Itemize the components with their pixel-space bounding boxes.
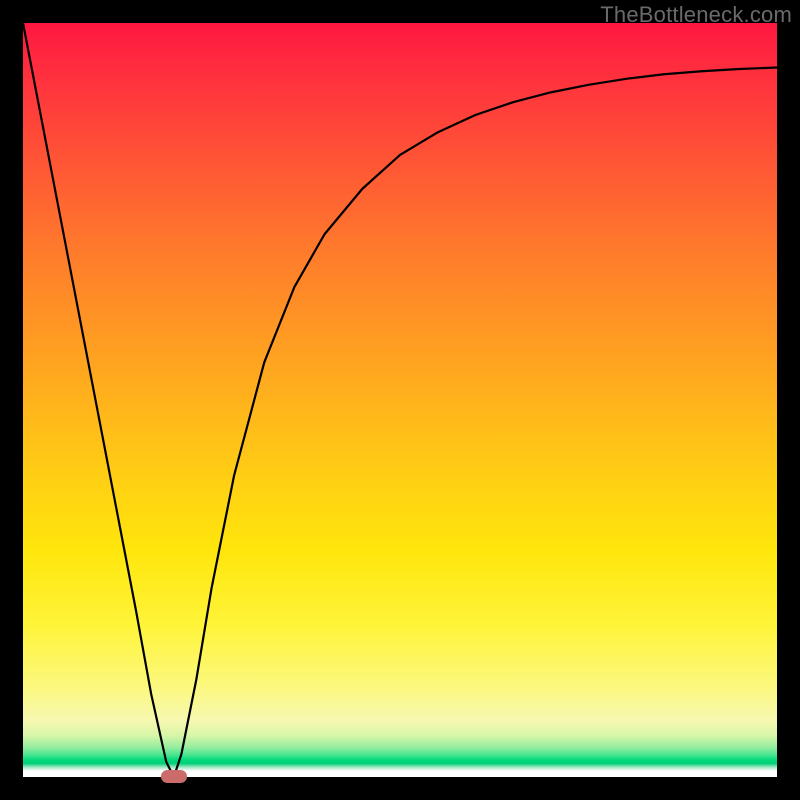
chart-frame: TheBottleneck.com xyxy=(0,0,800,800)
watermark-text: TheBottleneck.com xyxy=(600,2,792,28)
plot-area xyxy=(23,23,777,777)
bottleneck-curve xyxy=(23,23,777,777)
optimal-marker xyxy=(161,770,187,783)
